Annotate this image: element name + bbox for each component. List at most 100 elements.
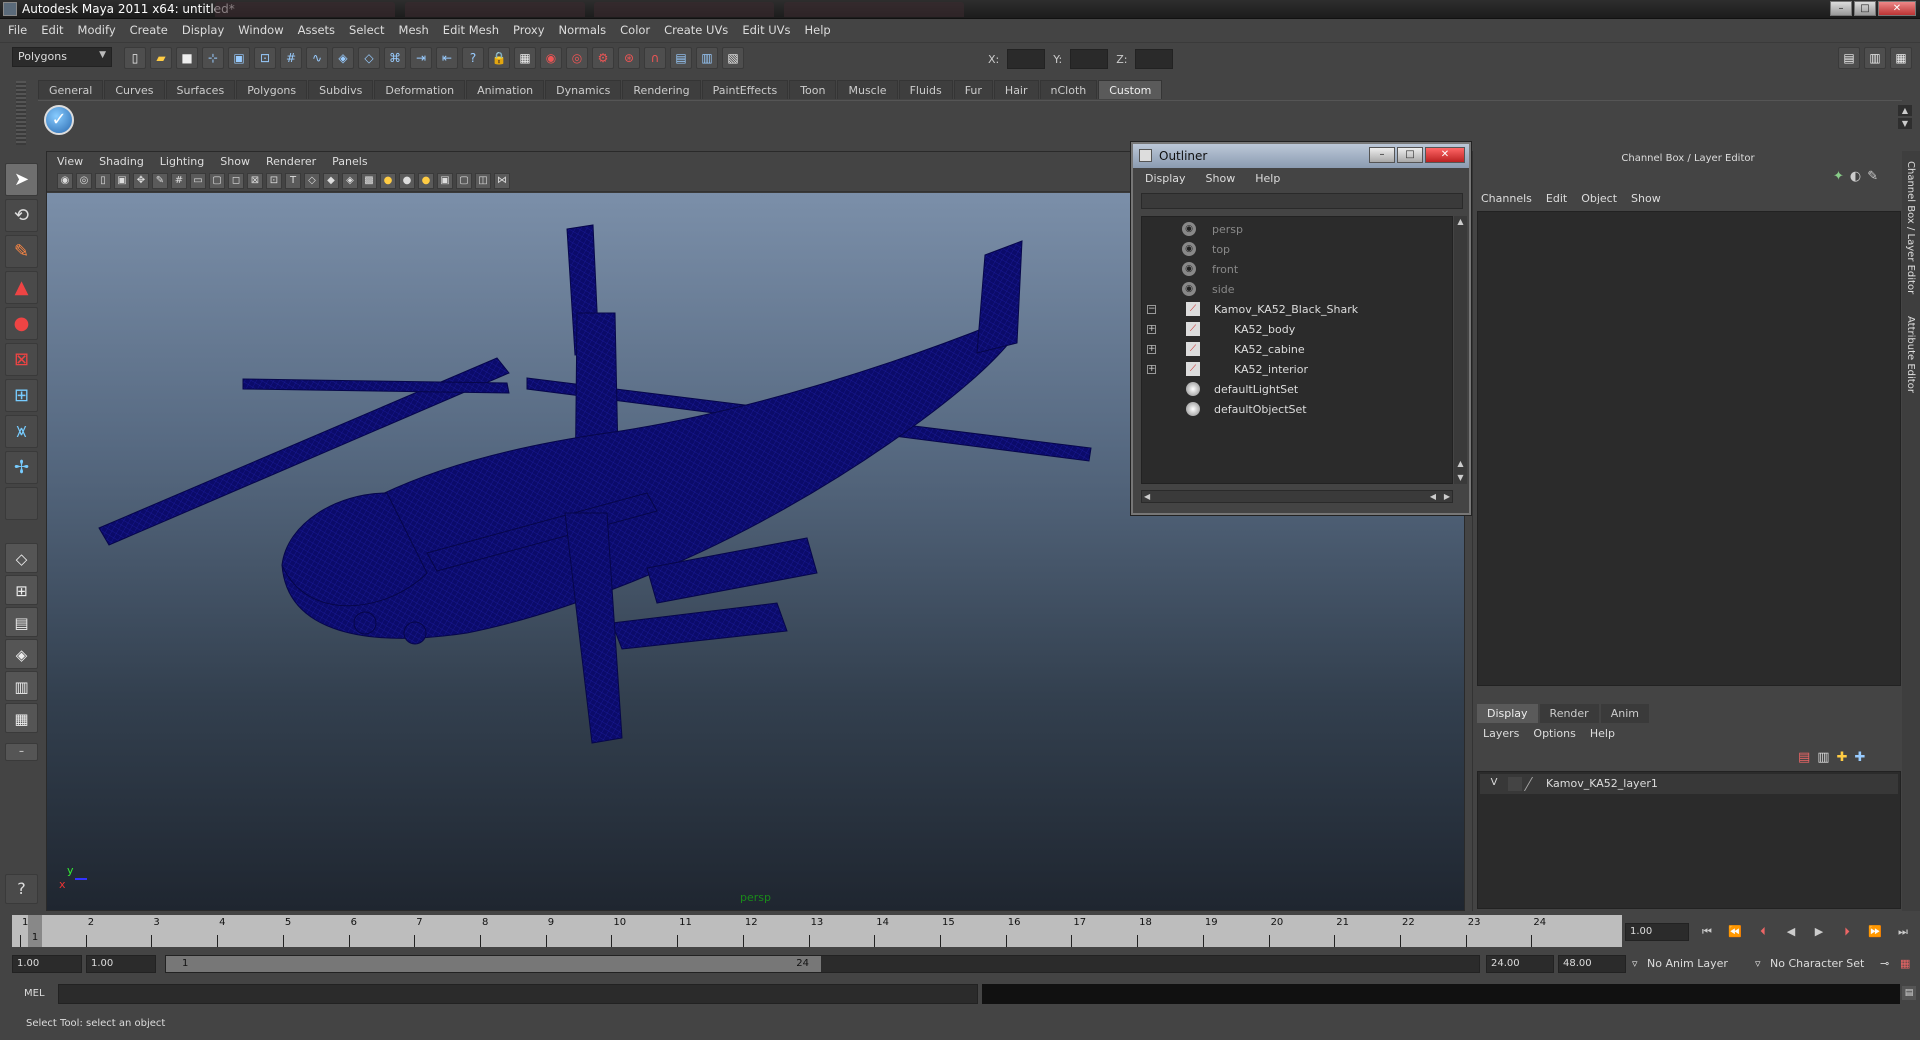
image-plane-icon[interactable]: ▣ — [114, 172, 130, 189]
shelf-handle[interactable] — [16, 81, 26, 145]
step-back-frame-icon[interactable]: ⏴ — [1752, 923, 1774, 941]
expand-icon[interactable]: + — [1147, 325, 1156, 334]
persp-graph-layout-icon[interactable]: ◈ — [5, 639, 38, 669]
render-settings-icon[interactable]: ⚙ — [592, 47, 614, 69]
select-camera-icon[interactable]: ◉ — [57, 172, 73, 189]
snap-view-plane-icon[interactable]: ◇ — [358, 47, 380, 69]
layer-menu-options[interactable]: Options — [1533, 727, 1575, 740]
play-forwards-icon[interactable]: ▶ — [1808, 923, 1830, 941]
grid-icon[interactable]: # — [171, 172, 187, 189]
command-input[interactable] — [58, 984, 978, 1004]
lasso-tool-icon[interactable]: ⟲ — [5, 199, 38, 232]
universal-manipulator-icon[interactable]: ⊞ — [5, 379, 38, 412]
menu-file[interactable]: File — [8, 23, 27, 37]
snap-point-icon[interactable]: ◈ — [332, 47, 354, 69]
menu-select[interactable]: Select — [349, 23, 384, 37]
safe-title-icon[interactable]: T — [285, 172, 301, 189]
shelf-tab-custom[interactable]: Custom — [1098, 80, 1163, 99]
scroll-down-icon[interactable]: ▼ — [1454, 472, 1467, 484]
four-view-layout-icon[interactable]: ⊞ — [5, 575, 38, 605]
menu-normals[interactable]: Normals — [559, 23, 607, 37]
render-current-icon[interactable]: ◉ — [540, 47, 562, 69]
magnet-icon[interactable]: ∩ — [644, 47, 666, 69]
single-perspective-layout-icon[interactable]: ◇ — [5, 543, 38, 573]
smooth-shade-icon[interactable]: ◆ — [323, 172, 339, 189]
outliner-horizontal-scrollbar[interactable]: ◀ ◀ ▶ — [1141, 490, 1453, 503]
default-light-icon[interactable]: ● — [418, 172, 434, 189]
outliner-minimize-button[interactable]: – — [1369, 147, 1395, 163]
layer-visibility-toggle[interactable]: V — [1486, 777, 1502, 791]
expand-icon[interactable]: + — [1147, 365, 1156, 374]
move-layer-up-icon[interactable]: ▤ — [1798, 750, 1810, 765]
menu-set-dropdown[interactable]: Polygons ▼ — [12, 47, 112, 67]
hypershade-persp-layout-icon[interactable]: ▥ — [5, 671, 38, 701]
shelf-tab-hair[interactable]: Hair — [993, 80, 1039, 99]
outliner-filter-field[interactable] — [1141, 193, 1463, 209]
rotate-tool-icon[interactable]: ● — [5, 307, 38, 340]
checkmark-shelf-icon[interactable]: ✓ — [44, 105, 74, 135]
expand-icon[interactable]: + — [1147, 345, 1156, 354]
shelf-tab-animation[interactable]: Animation — [466, 80, 545, 99]
outliner-item[interactable]: ◉ side — [1142, 281, 1452, 299]
outliner-menu-display[interactable]: Display — [1145, 172, 1186, 185]
bookmarks-icon[interactable]: ▯ — [95, 172, 111, 189]
show-manipulator-icon[interactable]: ✢ — [5, 451, 38, 484]
shelf-tab-fur[interactable]: Fur — [953, 80, 993, 99]
outliner-title-bar[interactable]: Outliner – □ ✕ — [1133, 144, 1469, 168]
layer-tab-anim[interactable]: Anim — [1600, 704, 1649, 723]
layer-tab-display[interactable]: Display — [1477, 704, 1538, 723]
outliner-item[interactable]: + ⟋ KA52_body — [1142, 321, 1452, 339]
shadows-icon[interactable]: ● — [399, 172, 415, 189]
step-forward-frame-icon[interactable]: ⏵ — [1836, 923, 1858, 941]
grease-pencil-icon[interactable]: ✎ — [152, 172, 168, 189]
channel-box-menu-edit[interactable]: Edit — [1546, 192, 1567, 205]
menu-modify[interactable]: Modify — [78, 23, 116, 37]
menu-help[interactable]: Help — [805, 23, 831, 37]
viewport-menu-panels[interactable]: Panels — [332, 155, 367, 168]
menu-mesh[interactable]: Mesh — [399, 23, 429, 37]
shelf-tab-polygons[interactable]: Polygons — [236, 80, 308, 99]
menu-create-uvs[interactable]: Create UVs — [664, 23, 728, 37]
channel-box-menu-object[interactable]: Object — [1581, 192, 1617, 205]
playback-end-field[interactable]: 24.00 — [1486, 955, 1554, 973]
hypershade-icon[interactable]: ⊛ — [618, 47, 640, 69]
show-hide-attribute-editor-icon[interactable]: ▤ — [670, 47, 692, 69]
outliner-item[interactable]: + ⟋ KA52_interior — [1142, 361, 1452, 379]
attribute-editor-toggle-icon[interactable]: ▤ — [1838, 47, 1860, 69]
persp-outliner-layout-icon[interactable]: ▤ — [5, 607, 38, 637]
xray-components-icon[interactable]: ⋈ — [494, 172, 510, 189]
output-ops-icon[interactable]: ⇤ — [436, 47, 458, 69]
layout-more-icon[interactable]: – — [5, 743, 38, 761]
current-time-field[interactable]: 1.00 — [1625, 923, 1689, 941]
shelf-tab-dynamics[interactable]: Dynamics — [545, 80, 622, 99]
layer-color-swatch[interactable] — [1523, 777, 1547, 791]
select-object-icon[interactable]: ▣ — [228, 47, 250, 69]
collapse-icon[interactable]: − — [1147, 305, 1156, 314]
wireframe-icon[interactable]: ◇ — [304, 172, 320, 189]
outliner-item[interactable]: defaultLightSet — [1142, 381, 1452, 399]
viewport-menu-show[interactable]: Show — [220, 155, 250, 168]
camera-attributes-icon[interactable]: ◎ — [76, 172, 92, 189]
shelf-tab-deformation[interactable]: Deformation — [374, 80, 466, 99]
menu-color[interactable]: Color — [620, 23, 650, 37]
shelf-tab-toon[interactable]: Toon — [789, 80, 837, 99]
shelf-scroll-up-icon[interactable]: ▲ — [1898, 105, 1912, 116]
range-bar[interactable]: 1 24 — [165, 955, 1480, 973]
shelf-tab-surfaces[interactable]: Surfaces — [165, 80, 236, 99]
select-tool-icon[interactable]: ➤ — [5, 163, 38, 196]
shelf-tab-muscle[interactable]: Muscle — [837, 80, 898, 99]
maximize-button[interactable]: □ — [1854, 1, 1876, 16]
channel-box-menu-show[interactable]: Show — [1631, 192, 1661, 205]
outliner-vertical-scrollbar[interactable]: ▲ ▲ ▼ — [1454, 216, 1467, 484]
scroll-left-icon[interactable]: ◀ — [1144, 492, 1150, 501]
menu-edit-mesh[interactable]: Edit Mesh — [443, 23, 499, 37]
menu-edit-uvs[interactable]: Edit UVs — [742, 23, 790, 37]
layer-row[interactable]: V Kamov_KA52_layer1 — [1480, 774, 1898, 794]
menu-create[interactable]: Create — [130, 23, 168, 37]
side-tab-attribute-editor[interactable]: Attribute Editor — [1905, 316, 1916, 393]
ipr-render-icon[interactable]: ◎ — [566, 47, 588, 69]
open-scene-icon[interactable]: ▰ — [150, 47, 172, 69]
wireframe-on-shaded-icon[interactable]: ◈ — [342, 172, 358, 189]
range-handle[interactable]: 1 24 — [166, 956, 821, 972]
anim-layer-dropdown[interactable]: ▿ No Anim Layer — [1632, 955, 1728, 973]
